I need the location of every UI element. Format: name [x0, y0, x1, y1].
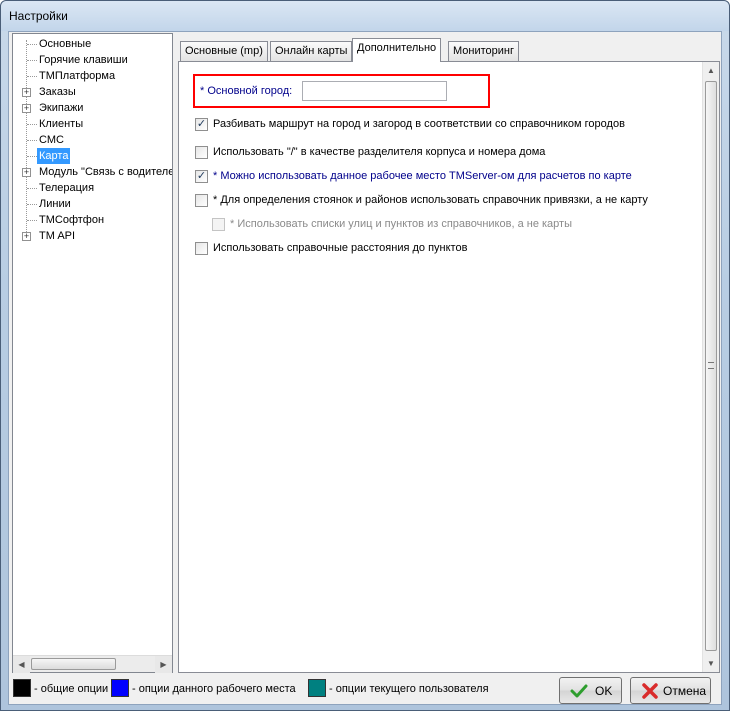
grip-icon	[708, 362, 714, 369]
tab-online-maps[interactable]: Онлайн карты	[270, 41, 353, 61]
tree-item-label: Основные	[39, 38, 92, 50]
tree-item-crews[interactable]: + Экипажи	[13, 100, 172, 116]
tree-item-label: TM API	[39, 230, 76, 242]
expand-plus-icon[interactable]: +	[22, 232, 31, 241]
legend-text-common: - общие опции	[34, 683, 109, 695]
ok-button[interactable]: OK	[559, 677, 622, 704]
option-label: Использовать справочные расстояния до пу…	[213, 242, 468, 254]
main-city-input[interactable]	[302, 81, 447, 101]
tree-item-teleration[interactable]: Телерация	[13, 180, 172, 196]
option-label: Использовать "/" в качестве разделителя …	[213, 146, 546, 158]
tree-item-tmplatform[interactable]: ТМПлатформа	[13, 68, 172, 84]
tree-item-label: Заказы	[39, 86, 76, 98]
panel-vertical-scrollbar[interactable]: ▲ ▼	[702, 62, 719, 672]
tree-item-sms[interactable]: СМС	[13, 132, 172, 148]
tree-item-label: Телерация	[39, 182, 95, 194]
cancel-button-label: Отмена	[663, 684, 707, 698]
checkbox-unchecked[interactable]	[195, 242, 208, 255]
tree-item-label: Линии	[39, 198, 71, 210]
settings-window: Настройки Основные Горячие клавиши ТМПла…	[0, 0, 730, 711]
tree-item-lines[interactable]: Линии	[13, 196, 172, 212]
checkbox-unchecked[interactable]	[195, 194, 208, 207]
scrollbar-thumb[interactable]	[31, 658, 116, 670]
checkbox-checked[interactable]: ✓	[195, 118, 208, 131]
tree-horizontal-scrollbar[interactable]: ◀ ▶	[13, 655, 172, 673]
option-label: * Для определения стоянок и районов испо…	[213, 194, 648, 206]
legend-swatch-workstation	[111, 679, 129, 697]
ok-button-label: OK	[595, 684, 613, 698]
scroll-left-arrow-icon[interactable]: ◀	[13, 656, 30, 673]
legend-swatch-common	[13, 679, 31, 697]
option-label: Разбивать маршрут на город и загород в с…	[213, 118, 625, 130]
tree-item-label: СМС	[39, 134, 64, 146]
tree-item-driver-link[interactable]: + Модуль "Связь с водителе	[13, 164, 172, 180]
expand-plus-icon[interactable]: +	[22, 88, 31, 97]
tab-label: Онлайн карты	[275, 45, 348, 57]
tab-basic-mp[interactable]: Основные (mp)	[180, 41, 268, 61]
tree-item-orders[interactable]: + Заказы	[13, 84, 172, 100]
settings-tree: Основные Горячие клавиши ТМПлатформа + З…	[12, 33, 173, 673]
tree-item-tmsoftphone[interactable]: ТМСофтфон	[13, 212, 172, 228]
tab-panel-additional: * Основной город: ✓ Разбивать маршрут на…	[178, 61, 720, 673]
tree-item-map[interactable]: Карта	[13, 148, 172, 164]
tab-label: Основные (mp)	[185, 45, 263, 57]
expand-plus-icon[interactable]: +	[22, 104, 31, 113]
scroll-down-arrow-icon[interactable]: ▼	[703, 655, 719, 672]
tree-item-hotkeys[interactable]: Горячие клавиши	[13, 52, 172, 68]
tree-item-label: Экипажи	[39, 102, 84, 114]
tree-item-basic[interactable]: Основные	[13, 36, 172, 52]
expand-plus-icon[interactable]: +	[22, 168, 31, 177]
tree-item-label: Модуль "Связь с водителе	[39, 166, 172, 178]
legend-swatch-user	[308, 679, 326, 697]
cross-icon	[642, 683, 658, 699]
client-area: Основные Горячие клавиши ТМПлатформа + З…	[8, 31, 722, 705]
tab-additional[interactable]: Дополнительно	[352, 38, 442, 62]
window-title: Настройки	[9, 9, 68, 23]
tab-control: Основные (mp) Онлайн карты Дополнительно…	[178, 38, 720, 673]
tab-monitoring[interactable]: Мониторинг	[448, 41, 520, 61]
option-label: * Можно использовать данное рабочее мест…	[213, 170, 632, 182]
checkbox-checked[interactable]: ✓	[195, 170, 208, 183]
legend-text-user: - опции текущего пользователя	[329, 683, 489, 695]
main-city-label: * Основной город:	[200, 85, 293, 97]
legend-text-workstation: - опции данного рабочего места	[132, 683, 296, 695]
checkbox-disabled	[212, 218, 225, 231]
check-icon	[570, 684, 588, 698]
tab-label: Дополнительно	[357, 42, 437, 54]
tab-label: Мониторинг	[453, 45, 515, 57]
scroll-right-arrow-icon[interactable]: ▶	[155, 656, 172, 673]
tree-item-clients[interactable]: Клиенты	[13, 116, 172, 132]
tree-item-tm-api[interactable]: + TM API	[13, 228, 172, 244]
option-label: * Использовать списки улиц и пунктов из …	[230, 218, 572, 230]
tree-item-label: ТМСофтфон	[39, 214, 105, 226]
main-city-highlight: * Основной город:	[193, 74, 490, 108]
tree-item-label: Горячие клавиши	[39, 54, 128, 66]
checkbox-unchecked[interactable]	[195, 146, 208, 159]
tree-item-label: ТМПлатформа	[39, 70, 116, 82]
cancel-button[interactable]: Отмена	[630, 677, 711, 704]
scroll-up-arrow-icon[interactable]: ▲	[703, 62, 719, 79]
tree-item-label: Клиенты	[39, 118, 84, 130]
tree-item-label: Карта	[37, 148, 71, 164]
title-bar[interactable]: Настройки	[1, 1, 729, 31]
